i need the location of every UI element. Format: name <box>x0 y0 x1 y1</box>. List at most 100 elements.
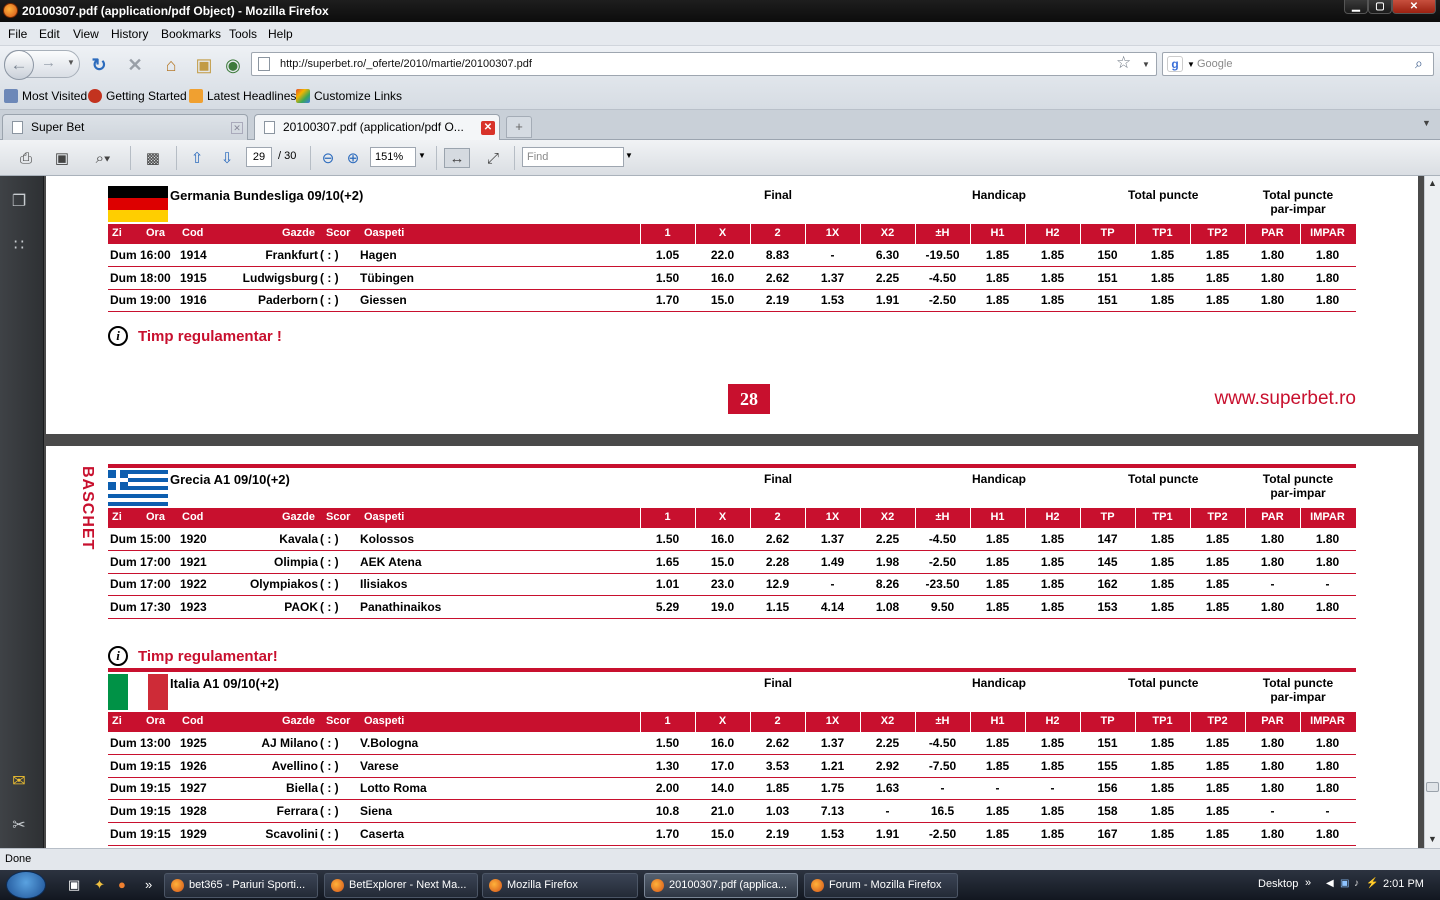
cell-odds[interactable]: 1.80 <box>1245 781 1300 795</box>
minimize-button[interactable]: ▁ <box>1344 0 1368 14</box>
cell-odds[interactable]: 1.80 <box>1245 759 1300 773</box>
cell-odds[interactable]: 1.85 <box>1135 759 1190 773</box>
menu-tools[interactable]: Tools <box>229 27 257 41</box>
cell-odds[interactable]: 1.80 <box>1245 293 1300 307</box>
cell-odds[interactable]: 1.85 <box>1190 555 1245 569</box>
cell-odds[interactable]: -2.50 <box>915 293 970 307</box>
cell-odds[interactable]: 145 <box>1080 555 1135 569</box>
cell-odds[interactable]: 1.80 <box>1245 555 1300 569</box>
menu-help[interactable]: Help <box>268 27 293 41</box>
cell-odds[interactable]: 1.85 <box>970 804 1025 818</box>
cell-odds[interactable]: 1.85 <box>1025 271 1080 285</box>
cell-odds[interactable]: 5.29 <box>640 600 695 614</box>
cell-odds[interactable]: 1.37 <box>805 736 860 750</box>
cell-odds[interactable]: 1.80 <box>1245 271 1300 285</box>
menu-file[interactable]: File <box>8 27 27 41</box>
cell-odds[interactable]: - <box>805 577 860 591</box>
cell-odds[interactable]: 162 <box>1080 577 1135 591</box>
desktop-toolbar-chevron[interactable]: » <box>1305 877 1311 889</box>
cell-odds[interactable]: 22.0 <box>695 248 750 262</box>
cell-odds[interactable]: 1.65 <box>640 555 695 569</box>
search-icon[interactable]: ⌕ <box>1415 55 1423 72</box>
cell-odds[interactable]: 1.85 <box>1135 827 1190 841</box>
cell-odds[interactable]: 1.85 <box>1025 759 1080 773</box>
cell-odds[interactable]: 1.53 <box>805 827 860 841</box>
cell-odds[interactable]: 1.08 <box>860 600 915 614</box>
cell-odds[interactable]: 1.85 <box>1190 577 1245 591</box>
comments-icon[interactable]: ✉ <box>8 770 30 792</box>
cell-odds[interactable]: 6.30 <box>860 248 915 262</box>
previous-page-icon[interactable]: ⇧ <box>186 148 208 168</box>
cell-odds[interactable]: 147 <box>1080 532 1135 546</box>
stop-button[interactable]: ✕ <box>124 55 146 75</box>
task-forum[interactable]: Forum - Mozilla Firefox <box>804 873 958 898</box>
cell-odds[interactable]: 4.14 <box>805 600 860 614</box>
cell-odds[interactable]: 1.85 <box>970 577 1025 591</box>
table-row[interactable]: Dum 18:00 1915 Ludwigsburg( : ) Tübingen 1.50… <box>108 267 1356 290</box>
vertical-scrollbar[interactable]: ▲ ▼ <box>1424 176 1440 848</box>
cell-odds[interactable]: 158 <box>1080 804 1135 818</box>
scroll-thumb[interactable] <box>1426 782 1439 792</box>
cell-odds[interactable]: 1.85 <box>1135 271 1190 285</box>
pages-icon[interactable]: ❐ <box>8 190 30 212</box>
cell-odds[interactable]: 150 <box>1080 248 1135 262</box>
cell-odds[interactable]: 2.28 <box>750 555 805 569</box>
cell-odds[interactable]: 10.8 <box>640 804 695 818</box>
cell-odds[interactable]: - <box>1300 577 1355 591</box>
cell-odds[interactable]: 1.03 <box>750 804 805 818</box>
cell-odds[interactable]: -2.50 <box>915 555 970 569</box>
cell-odds[interactable]: 1.85 <box>970 827 1025 841</box>
table-row[interactable]: Dum 19:15 1929 Scavolini( : ) Caserta 1.70 15.… <box>108 823 1356 846</box>
bookmark-getting-started[interactable]: Getting Started <box>88 89 187 103</box>
cell-odds[interactable]: 1.80 <box>1300 759 1355 773</box>
cell-odds[interactable]: 3.53 <box>750 759 805 773</box>
cell-odds[interactable]: 7.13 <box>805 804 860 818</box>
search-input[interactable]: Google <box>1197 58 1232 70</box>
cell-odds[interactable]: 1.85 <box>1135 600 1190 614</box>
scroll-down-icon[interactable]: ▼ <box>1428 834 1437 844</box>
quicklaunch-icon[interactable]: ✦ <box>94 877 105 893</box>
battery-icon[interactable]: ⚡ <box>1366 878 1380 891</box>
bookmarks-panel-icon[interactable]: ∷ <box>8 234 30 256</box>
menu-bookmarks[interactable]: Bookmarks <box>161 27 221 41</box>
tab-pdf[interactable]: 20100307.pdf (application/pdf O... ✕ <box>254 114 500 141</box>
cell-odds[interactable]: 1.85 <box>1135 736 1190 750</box>
cell-odds[interactable]: 1.91 <box>860 293 915 307</box>
cell-odds[interactable]: 1.50 <box>640 271 695 285</box>
cell-odds[interactable]: 1.85 <box>1025 248 1080 262</box>
cell-odds[interactable]: - <box>915 781 970 795</box>
url-bar[interactable]: http://superbet.ro/_oferte/2010/martie/2… <box>251 52 1157 76</box>
tab-super-bet[interactable]: Super Bet ✕ <box>2 114 248 140</box>
cell-odds[interactable]: -2.50 <box>915 827 970 841</box>
fit-page-icon[interactable]: ⤢ <box>480 148 506 168</box>
cell-odds[interactable]: - <box>1300 804 1355 818</box>
cell-odds[interactable]: 1.85 <box>1135 781 1190 795</box>
attachments-icon[interactable]: ✂ <box>8 814 30 836</box>
cell-odds[interactable]: 15.0 <box>695 555 750 569</box>
zoom-dropdown-icon[interactable]: ▼ <box>418 151 426 160</box>
menu-view[interactable]: View <box>73 27 99 41</box>
cell-odds[interactable]: 1.85 <box>1135 532 1190 546</box>
cell-odds[interactable]: 2.25 <box>860 736 915 750</box>
bookmark-most-visited[interactable]: Most Visited <box>4 89 87 103</box>
cell-odds[interactable]: 2.92 <box>860 759 915 773</box>
cell-odds[interactable]: 1.85 <box>1025 555 1080 569</box>
cell-odds[interactable]: - <box>805 248 860 262</box>
table-row[interactable]: Dum 17:30 1923 PAOK( : ) Panathinaikos 5.29 19… <box>108 596 1356 620</box>
search-bar[interactable]: g ▼ Google ⌕ <box>1162 52 1434 76</box>
cell-odds[interactable]: 1.50 <box>640 736 695 750</box>
cell-odds[interactable]: 14.0 <box>695 781 750 795</box>
url-dropdown-icon[interactable]: ▼ <box>1142 60 1150 69</box>
close-tab-icon[interactable]: ✕ <box>481 121 495 135</box>
cell-odds[interactable]: 16.0 <box>695 736 750 750</box>
cell-odds[interactable]: 1.80 <box>1245 600 1300 614</box>
cell-odds[interactable]: 1.80 <box>1300 781 1355 795</box>
bookmark-star-icon[interactable]: ☆ <box>1116 53 1131 73</box>
cell-odds[interactable]: - <box>1025 781 1080 795</box>
desktop-toolbar[interactable]: Desktop <box>1258 878 1298 890</box>
cell-odds[interactable]: 1.85 <box>1135 804 1190 818</box>
cell-odds[interactable]: 1.80 <box>1245 248 1300 262</box>
network-icon[interactable]: ▣ <box>1340 878 1354 891</box>
tab-list-dropdown-icon[interactable]: ▼ <box>1422 118 1431 128</box>
clock[interactable]: 2:01 PM <box>1383 878 1424 890</box>
